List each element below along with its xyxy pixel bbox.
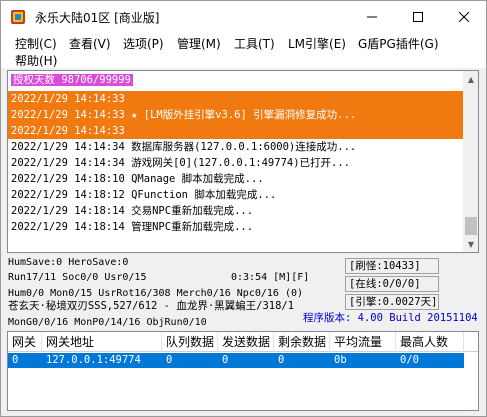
cell-max-users: 0/0 (400, 354, 419, 366)
status-save: HumSave:0 HeroSave:0 (8, 257, 129, 268)
refresh-monster-counter: [刷怪:10433] (345, 258, 439, 274)
log-scrollbar[interactable]: ▲ ▼ (463, 71, 478, 252)
log-line: 2022/1/29 14:18:12 QFunction 脚本加载完成... (11, 189, 277, 201)
menu-lm-engine[interactable]: LM引擎(E) (288, 35, 346, 52)
menu-control[interactable]: 控制(C) (15, 35, 57, 52)
menu-manage[interactable]: 管理(M) (177, 35, 221, 52)
program-version: 程序版本: 4.00 Build 20151104 (303, 312, 478, 324)
log-line: 2022/1/29 14:14:34 游戏网关[0](127.0.0.1:497… (11, 157, 351, 169)
cell-send-data: 0 (222, 354, 229, 366)
menu-options[interactable]: 选项(P) (123, 35, 164, 52)
close-button[interactable] (441, 1, 487, 32)
cell-gateway: 0 (12, 354, 19, 366)
gateway-table[interactable]: 网关 网关地址 队列数据 发送数据 剩余数据 平均流量 最高人数 0 127.0… (7, 331, 479, 411)
engine-days: [引擎:0.0027天] (345, 294, 439, 310)
minimize-button[interactable] (349, 1, 395, 32)
main-window: 永乐大陆01区 [商业版] 控制(C) 查看(V) 选项(P) 管理(M) 工具… (0, 0, 487, 417)
close-icon (459, 11, 469, 22)
app-icon (11, 10, 25, 24)
cell-gateway-address: 127.0.0.1:49774 (46, 354, 141, 366)
menu-bar: 控制(C) 查看(V) 选项(P) 管理(M) 工具(T) LM引擎(E) G盾… (1, 32, 486, 68)
table-header: 网关 网关地址 队列数据 发送数据 剩余数据 平均流量 最高人数 (8, 332, 478, 352)
log-line: 2022/1/29 14:14:34 数据库服务器(127.0.0.1:6000… (11, 141, 357, 153)
menu-help[interactable]: 帮助(H) (15, 52, 57, 69)
table-row[interactable]: 0 127.0.0.1:49774 0 0 0 0b 0/0 (8, 353, 464, 368)
maximize-icon (413, 11, 423, 22)
online-counter: [在线:0/0/0] (345, 276, 439, 292)
status-hum: Hum0/0 Mon0/15 UsrRot16/308 Merch0/16 Np… (8, 288, 304, 299)
log-text: 2022/1/29 14:14:33 (11, 93, 125, 105)
maximize-button[interactable] (395, 1, 441, 32)
menu-tools[interactable]: 工具(T) (234, 35, 275, 52)
scroll-down-arrow-icon[interactable]: ▼ (463, 236, 478, 252)
column-header-gateway-address[interactable]: 网关地址 (42, 332, 162, 352)
column-header-queue-data[interactable]: 队列数据 (162, 332, 218, 352)
log-line: 2022/1/29 14:18:14 交易NPC重新加载完成... (11, 205, 254, 217)
scrollbar-thumb[interactable] (465, 217, 477, 235)
cell-queue-data: 0 (166, 354, 173, 366)
status-run: Run17/11 Soc0/0 Usr0/15 (8, 272, 147, 283)
log-line-alert: 2022/1/29 14:14:33 ★ [LM版外挂引擎v3.6] 引擎漏洞修… (8, 107, 463, 123)
status-area: HumSave:0 HeroSave:0 Run17/11 Soc0/0 Usr… (7, 254, 479, 330)
window-title: 永乐大陆01区 [商业版] (35, 11, 160, 25)
log-panel[interactable]: 授权天数 98706/99999 2022/1/29 14:14:33 2022… (7, 70, 479, 253)
cell-remaining-data: 0 (278, 354, 285, 366)
log-text: 2022/1/29 14:14:33 (11, 125, 125, 137)
auth-days-text: 授权天数 98706/99999 (11, 74, 133, 86)
column-header-max-users[interactable]: 最高人数 (396, 332, 464, 352)
menu-view[interactable]: 查看(V) (69, 35, 111, 52)
scroll-up-arrow-icon[interactable]: ▲ (463, 71, 478, 87)
log-text: 2022/1/29 14:14:33 ★ [LM版外挂引擎v3.6] 引擎漏洞修… (11, 109, 357, 121)
menu-gshield-plugin[interactable]: G盾PG插件(G) (358, 35, 439, 52)
log-line-auth: 授权天数 98706/99999 (8, 72, 463, 88)
column-header-avg-traffic[interactable]: 平均流量 (330, 332, 396, 352)
cell-avg-traffic: 0b (334, 354, 347, 366)
column-header-send-data[interactable]: 发送数据 (218, 332, 274, 352)
title-bar[interactable]: 永乐大陆01区 [商业版] (1, 1, 486, 32)
column-header-gateway[interactable]: 网关 (8, 332, 42, 352)
log-line-alert: 2022/1/29 14:14:33 (8, 123, 463, 139)
log-line: 2022/1/29 14:18:14 管理NPC重新加载完成... (11, 221, 254, 233)
log-line: 2022/1/29 14:18:10 QManage 脚本加载完成... (11, 173, 264, 185)
minimize-icon (367, 16, 377, 17)
column-header-remaining-data[interactable]: 剩余数据 (274, 332, 330, 352)
status-mon: MonG0/0/16 MonP0/14/16 ObjRun0/10 (8, 317, 207, 328)
status-runtime: 0:3:54 [M][F] (231, 272, 310, 283)
log-line-alert: 2022/1/29 14:14:33 (8, 91, 463, 107)
status-map: 苍玄天·秘境双刃SSS,527/612 - 血龙界·黑翼蝙王/318/1 (8, 300, 295, 312)
